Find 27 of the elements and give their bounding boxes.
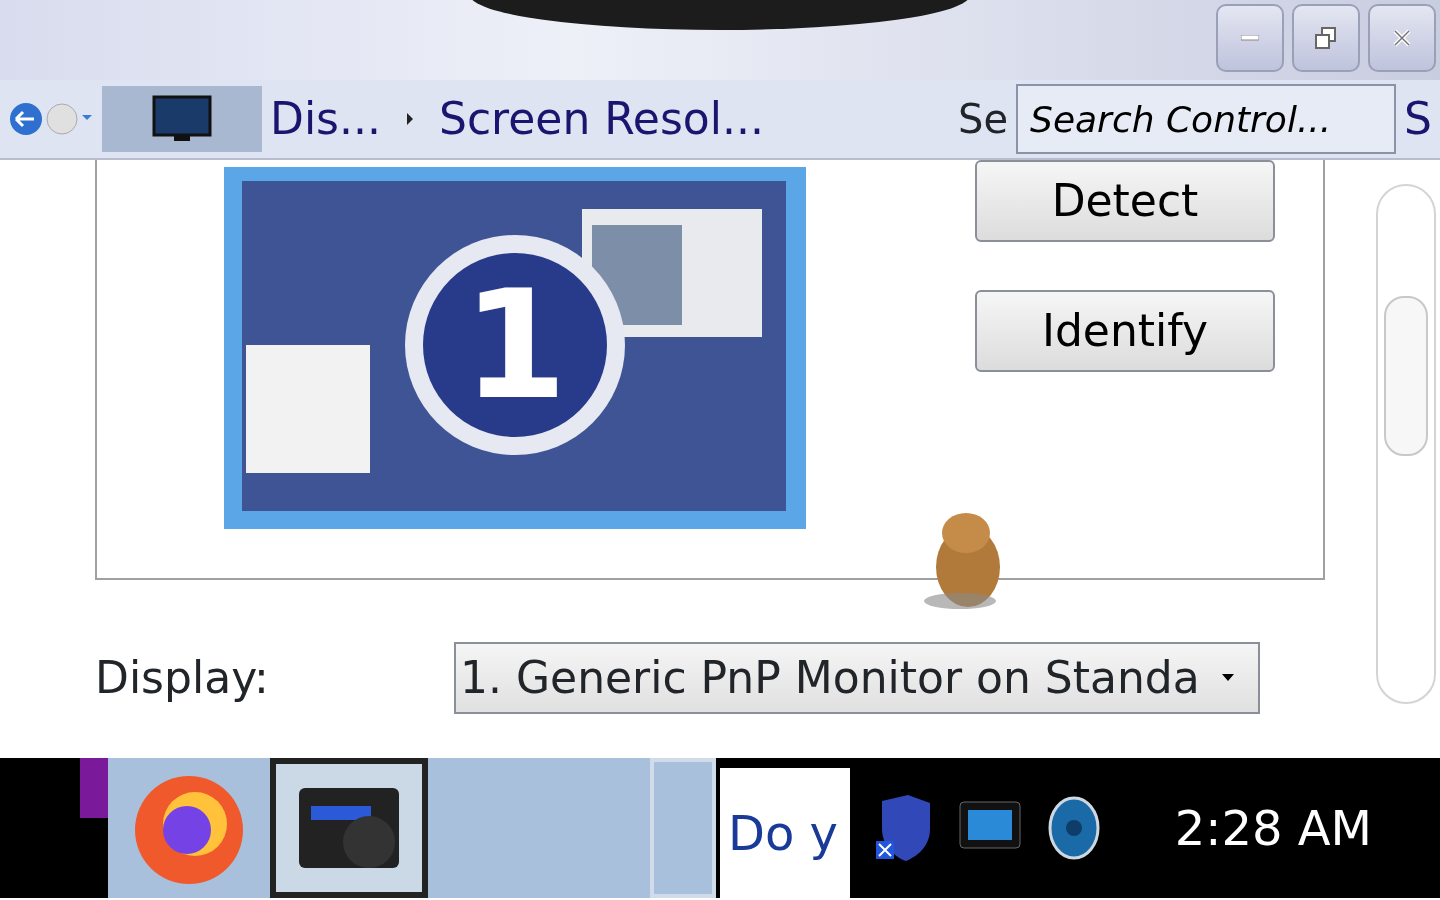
restore-icon <box>1315 27 1337 49</box>
minimize-icon <box>1241 35 1259 41</box>
monitor-thumbnail[interactable] <box>102 86 262 152</box>
scrollbar-thumb[interactable] <box>1383 296 1428 456</box>
dropdown-caret-icon <box>1222 674 1234 682</box>
scrollbar[interactable] <box>1375 184 1436 704</box>
search-field[interactable]: Search Control... <box>1016 84 1397 154</box>
breadcrumb-item[interactable]: Screen Resol... <box>439 97 764 141</box>
address-text: S <box>1404 97 1433 141</box>
chevron-icon <box>405 112 415 126</box>
monitor-number: 1 <box>462 258 568 432</box>
restore-button[interactable] <box>1292 4 1360 72</box>
display-settings-icon <box>297 786 401 870</box>
taskbar-marker <box>80 758 108 818</box>
breadcrumb-item[interactable]: Dis... <box>270 97 381 141</box>
taskbar-button[interactable] <box>270 758 428 898</box>
clock-text: 2:28 AM <box>1174 799 1372 858</box>
action-button[interactable]: Detect <box>975 160 1275 242</box>
preview-text: Do y <box>728 804 838 863</box>
display-dropdown[interactable]: 1. Generic PnP Monitor on Standa <box>454 642 1260 714</box>
close-icon <box>1392 28 1412 48</box>
close-button[interactable] <box>1368 4 1436 72</box>
address-text: Se <box>958 99 1009 139</box>
display-label: Display: <box>95 651 269 705</box>
monitor-icon <box>152 95 212 143</box>
action-button[interactable]: Identify <box>975 290 1275 372</box>
minimize-button[interactable] <box>1216 4 1284 72</box>
